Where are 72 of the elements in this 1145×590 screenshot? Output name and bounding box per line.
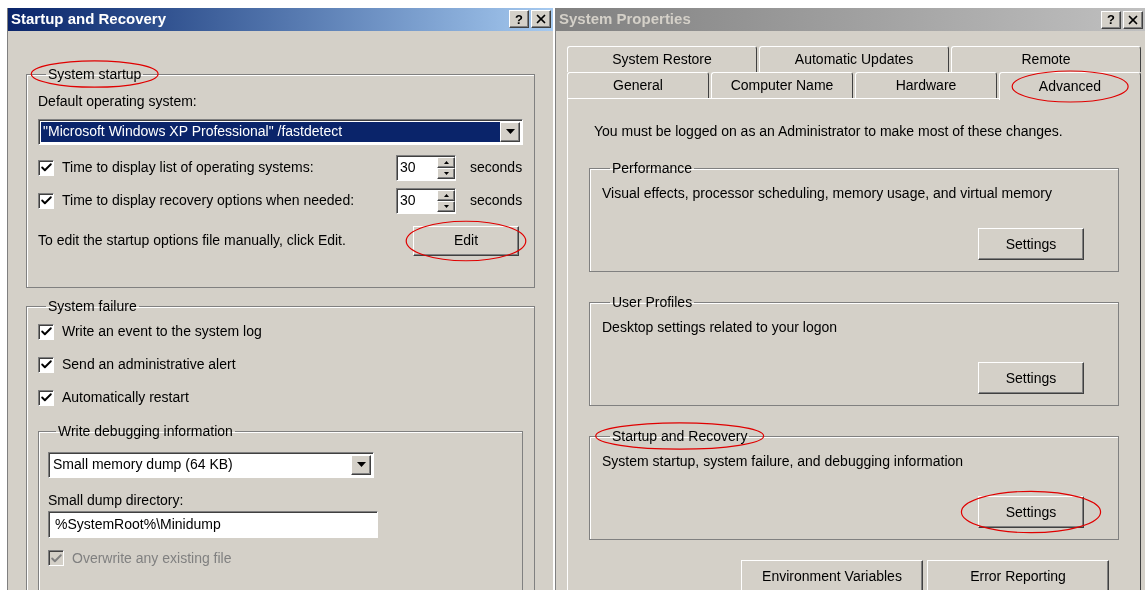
number-spinner[interactable]: 30 (396, 154, 456, 181)
number-spinner[interactable]: 30 (396, 187, 456, 214)
field-label: Default operating system: (38, 91, 198, 111)
checkbox-label: Send an administrative alert (62, 355, 236, 374)
tab[interactable]: General (567, 72, 709, 98)
spin-up-button[interactable] (437, 189, 455, 201)
check-icon (49, 551, 63, 565)
up-arrow-icon (443, 193, 449, 197)
checkbox[interactable] (38, 192, 54, 209)
checkbox[interactable] (38, 356, 54, 373)
note-text: You must be logged on as an Administrator to make most of these changes. (593, 122, 1064, 141)
tab[interactable]: Automatic Updates (759, 46, 949, 72)
help-button[interactable]: ? (1101, 10, 1121, 29)
tab[interactable]: Hardware (855, 72, 997, 98)
help-button[interactable]: ? (509, 10, 529, 29)
group-title: Startup and Recovery (612, 428, 748, 444)
close-button[interactable] (531, 10, 551, 29)
group-description: Desktop settings related to your logon (602, 318, 839, 337)
dropdown-arrow-button[interactable] (500, 121, 520, 142)
checkbox[interactable] (38, 323, 54, 340)
unit-label: seconds (470, 158, 523, 177)
edit-button[interactable]: Edit (413, 225, 519, 256)
dialog-button[interactable]: Error Reporting (927, 560, 1109, 590)
tab[interactable]: Advanced (999, 72, 1141, 100)
hint-text: To edit the startup options file manually, click Edit. (38, 231, 346, 250)
check-icon (39, 194, 53, 207)
check-icon (39, 358, 53, 371)
tab[interactable]: Computer Name (711, 72, 853, 98)
directory-field[interactable]: %SystemRoot%\Minidump (48, 510, 378, 538)
os-dropdown[interactable]: "Microsoft Windows XP Professional" /fastdetect (38, 118, 523, 145)
checkbox[interactable] (38, 159, 54, 176)
group-title: Performance (612, 160, 693, 176)
dropdown-value: Small memory dump (64 KB) (52, 455, 234, 474)
spinner-value: 30 (400, 191, 417, 210)
spin-down-button[interactable] (437, 200, 455, 212)
checkbox-label: Overwrite any existing file (72, 548, 232, 568)
up-arrow-icon (443, 160, 449, 164)
settings-button[interactable]: Settings (978, 496, 1084, 528)
dropdown-arrow-button[interactable] (351, 454, 371, 475)
checkbox-label: Write an event to the system log (62, 322, 262, 341)
dropdown-value: "Microsoft Windows XP Professional" /fastdetect (41, 121, 500, 142)
checkbox[interactable] (38, 389, 54, 406)
group-description: Visual effects, processor scheduling, memory usage, and virtual memory (602, 184, 1054, 203)
dialog-button[interactable]: Environment Variables (741, 560, 923, 590)
checkbox-label: Time to display list of operating systems: (62, 158, 315, 177)
group-title: System failure (48, 297, 137, 314)
dump-type-dropdown[interactable]: Small memory dump (64 KB) (48, 451, 374, 478)
tab[interactable]: System Restore (567, 46, 757, 72)
group-description: System startup, system failure, and debugging information (602, 452, 965, 471)
check-icon (39, 325, 53, 338)
down-arrow-icon (443, 204, 449, 208)
check-icon (39, 391, 53, 404)
caret-icon (505, 129, 515, 134)
spin-down-button[interactable] (437, 167, 455, 179)
caret-icon (356, 462, 366, 467)
settings-button[interactable]: Settings (978, 228, 1084, 260)
down-arrow-icon (443, 171, 449, 175)
settings-button[interactable]: Settings (978, 362, 1084, 394)
window-title: System Properties (559, 9, 691, 30)
unit-label: seconds (470, 191, 523, 210)
check-icon (39, 161, 53, 174)
close-button[interactable] (1123, 10, 1143, 29)
group-title: Write debugging information (58, 422, 233, 439)
checkbox-label: Automatically restart (62, 388, 189, 407)
field-label: Small dump directory: (48, 490, 185, 510)
spin-up-button[interactable] (437, 156, 455, 168)
window-title: Startup and Recovery (11, 9, 167, 29)
tab[interactable]: Remote (951, 46, 1141, 72)
checkbox-label: Time to display recovery options when needed: (62, 191, 356, 210)
spinner-value: 30 (400, 158, 417, 177)
group-title: User Profiles (612, 294, 693, 310)
group-title: System startup (48, 65, 142, 82)
